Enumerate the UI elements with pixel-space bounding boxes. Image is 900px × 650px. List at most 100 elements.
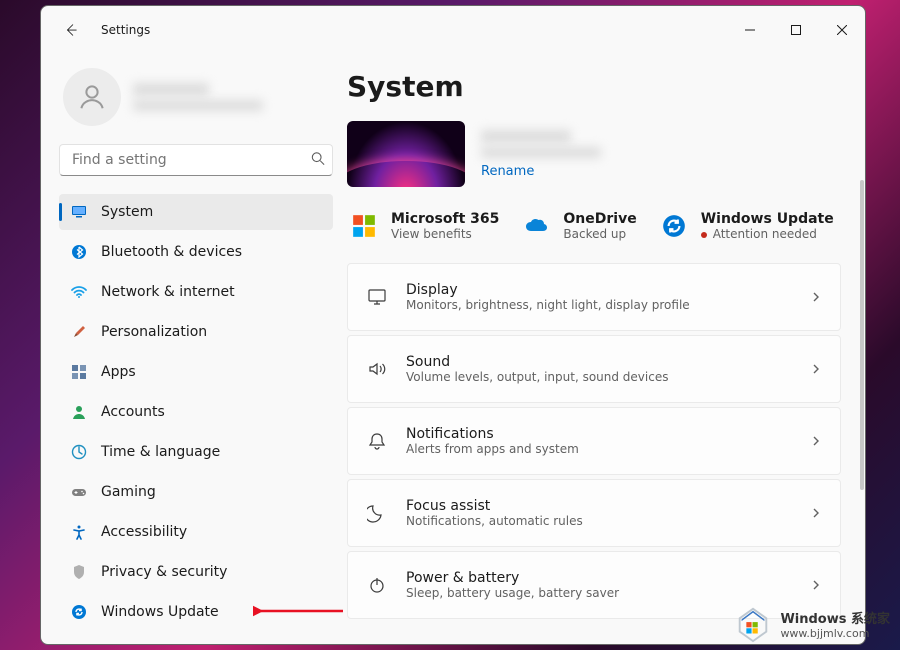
setting-text: DisplayMonitors, brightness, night light… [406, 282, 792, 312]
setting-title: Power & battery [406, 570, 792, 586]
maximize-button[interactable] [773, 15, 819, 45]
arrow-left-icon [64, 23, 78, 37]
status-text: Windows UpdateAttention needed [701, 211, 834, 241]
user-name-blurred [133, 83, 209, 96]
status-onedrive[interactable]: OneDriveBacked up [519, 207, 638, 245]
nav-label: Accessibility [101, 524, 187, 540]
pc-info-row: Rename [347, 121, 841, 187]
watermark-url: www.bjjmlv.com [780, 627, 890, 640]
apps-icon [71, 364, 87, 380]
nav-item-gaming[interactable]: Gaming [59, 474, 333, 510]
chevron-right-icon [810, 504, 822, 523]
nav-label: Network & internet [101, 284, 235, 300]
status-text: OneDriveBacked up [563, 211, 636, 241]
user-email-blurred [133, 100, 263, 111]
chevron-right-icon [810, 288, 822, 307]
pc-name-block: Rename [481, 130, 601, 179]
window-body: System Bluetooth & devices Network & inter… [41, 54, 865, 644]
brush-icon [71, 324, 87, 340]
back-button[interactable] [57, 16, 85, 44]
user-block[interactable] [59, 64, 333, 140]
nav-item-system[interactable]: System [59, 194, 333, 230]
bell-icon [366, 431, 388, 451]
nav-label: Accounts [101, 404, 165, 420]
title-bar: Settings [41, 6, 865, 54]
update-icon [71, 604, 87, 620]
nav-item-accounts[interactable]: Accounts [59, 394, 333, 430]
setting-title: Notifications [406, 426, 792, 442]
scrollbar[interactable] [860, 180, 864, 490]
status-sub: Attention needed [701, 227, 834, 241]
pc-model-blurred [481, 147, 601, 158]
rename-link[interactable]: Rename [481, 164, 601, 179]
nav-label: Personalization [101, 324, 207, 340]
moon-icon [366, 503, 388, 523]
clock-globe-icon [71, 444, 87, 460]
nav-item-privacy-security[interactable]: Privacy & security [59, 554, 333, 590]
nav-item-apps[interactable]: Apps [59, 354, 333, 390]
setting-text: SoundVolume levels, output, input, sound… [406, 354, 792, 384]
nav-item-windows-update[interactable]: Windows Update [59, 594, 333, 630]
bluetooth-icon [71, 244, 87, 260]
settings-window: Settings SystemBluetooth & device [40, 5, 866, 645]
person-icon [77, 82, 107, 112]
minimize-button[interactable] [727, 15, 773, 45]
wifi-icon [71, 284, 87, 300]
nav-item-network-internet[interactable]: Network & internet [59, 274, 333, 310]
setting-sub: Volume levels, output, input, sound devi… [406, 370, 792, 384]
nav-label: Time & language [101, 444, 220, 460]
power-icon [366, 575, 388, 595]
close-button[interactable] [819, 15, 865, 45]
minimize-icon [745, 25, 755, 35]
onedrive-icon [521, 211, 551, 241]
nav-item-time-language[interactable]: Time & language [59, 434, 333, 470]
status-microsoft-[interactable]: Microsoft 365View benefits [347, 207, 501, 245]
setting-sub: Alerts from apps and system [406, 442, 792, 456]
user-info [133, 83, 333, 111]
chevron-right-icon [810, 576, 822, 595]
setting-focus-assist[interactable]: Focus assistNotifications, automatic rul… [347, 479, 841, 547]
status-title: Windows Update [701, 211, 834, 227]
search-input[interactable] [59, 144, 333, 176]
maximize-icon [791, 25, 801, 35]
nav-list: System Bluetooth & devices Network & inter… [59, 194, 333, 630]
close-icon [837, 25, 847, 35]
nav-item-accessibility[interactable]: Accessibility [59, 514, 333, 550]
shield-icon [71, 564, 87, 580]
avatar [63, 68, 121, 126]
nav-item-personalization[interactable]: Personalization [59, 314, 333, 350]
sound-icon [366, 359, 388, 379]
gamepad-icon [71, 484, 87, 500]
search-icon [311, 151, 325, 170]
sidebar: System Bluetooth & devices Network & inter… [41, 54, 347, 644]
nav-label: Windows Update [101, 604, 219, 620]
window-controls [727, 15, 865, 45]
setting-title: Focus assist [406, 498, 792, 514]
ms365-icon [349, 211, 379, 241]
watermark: Windows 系统家 www.bjjmlv.com [728, 601, 896, 647]
nav-item-bluetooth-devices[interactable]: Bluetooth & devices [59, 234, 333, 270]
status-sub: Backed up [563, 227, 636, 241]
setting-sound[interactable]: SoundVolume levels, output, input, sound… [347, 335, 841, 403]
watermark-title: Windows 系统家 [780, 608, 890, 627]
setting-sub: Sleep, battery usage, battery saver [406, 586, 792, 600]
setting-title: Display [406, 282, 792, 298]
setting-display[interactable]: DisplayMonitors, brightness, night light… [347, 263, 841, 331]
status-title: OneDrive [563, 211, 636, 227]
main-panel: System Rename Microsoft 365View benefits… [347, 54, 865, 644]
window-title: Settings [101, 23, 727, 37]
setting-sub: Monitors, brightness, night light, displ… [406, 298, 792, 312]
person-icon [71, 404, 87, 420]
chevron-right-icon [810, 432, 822, 451]
status-windows-update[interactable]: Windows UpdateAttention needed [657, 207, 836, 245]
setting-notifications[interactable]: NotificationsAlerts from apps and system [347, 407, 841, 475]
monitor-icon [71, 204, 87, 220]
pc-name-blurred [481, 130, 571, 143]
watermark-text: Windows 系统家 www.bjjmlv.com [780, 608, 890, 640]
nav-label: Privacy & security [101, 564, 227, 580]
watermark-logo [734, 605, 772, 643]
nav-label: Gaming [101, 484, 156, 500]
settings-list: DisplayMonitors, brightness, night light… [347, 263, 841, 619]
search-box [59, 144, 333, 176]
status-title: Microsoft 365 [391, 211, 499, 227]
